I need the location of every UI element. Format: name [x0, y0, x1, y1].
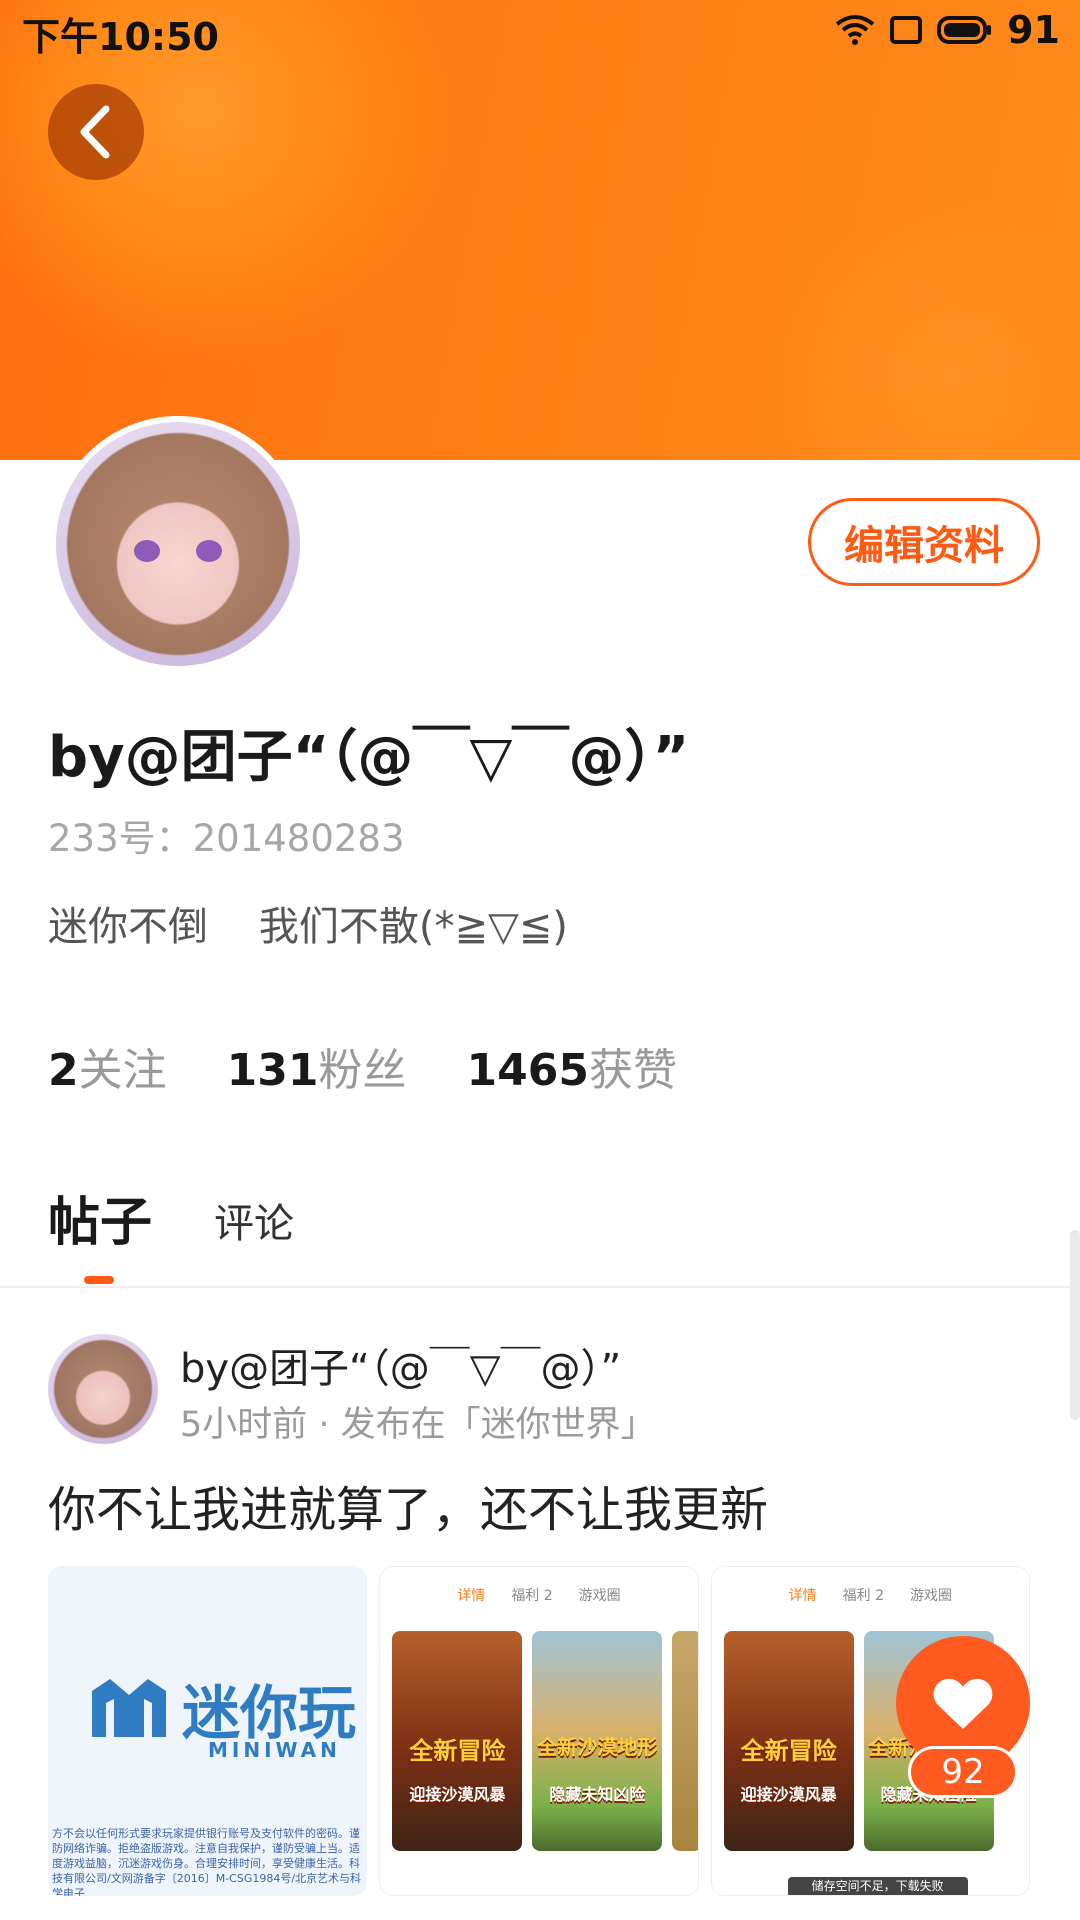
- screenshot-tab-welfare: 福利 2: [511, 1588, 553, 1604]
- profile-id: 233号：201480283: [48, 817, 405, 860]
- profile-bio: 迷你不倒 我们不散(*≧▽≦): [48, 904, 568, 950]
- stat-likes-label: 获赞: [588, 1045, 677, 1096]
- screenshot-tab-circle: 游戏圈: [910, 1588, 952, 1604]
- content-tabs: 帖子 评论: [48, 1180, 294, 1255]
- sim-icon: [890, 16, 923, 44]
- chevron-left-icon: [80, 105, 110, 159]
- promo-tile-title: 全新冒险: [409, 1737, 506, 1765]
- edit-profile-button[interactable]: 编辑资料: [808, 498, 1040, 586]
- profile-stats: 2关注 131粉丝 1465获赞: [48, 1034, 677, 1098]
- promo-tile-adventure: 全新冒险 迎接沙漠风暴: [392, 1631, 523, 1851]
- active-tab-indicator: [84, 1276, 114, 1284]
- heart-icon: [933, 1678, 993, 1729]
- promo-tile-title: 全新沙漠地形: [537, 1735, 658, 1759]
- scroll-edge-handle[interactable]: [1070, 1230, 1080, 1420]
- stat-following[interactable]: 2关注: [48, 1034, 167, 1098]
- post-author-name[interactable]: by@团子“（@￣▽￣@）”: [180, 1336, 621, 1394]
- back-button[interactable]: [48, 84, 144, 180]
- stat-fans-label: 粉丝: [318, 1045, 407, 1096]
- battery-percent: 91: [1007, 8, 1060, 52]
- like-count: 92: [908, 1746, 1018, 1798]
- screenshot-tab-welfare: 福利 2: [842, 1588, 884, 1604]
- screenshot-tab-details: 详情: [788, 1588, 817, 1604]
- avatar-eye-left: [134, 540, 160, 562]
- promo-tile-subtitle: 迎接沙漠风暴: [740, 1785, 837, 1804]
- post-image-screenshot-1[interactable]: 详情 福利 2 游戏圈 全新冒险 迎接沙漠风暴 全新沙漠地形 隐藏未知凶险: [379, 1566, 699, 1896]
- promo-tile-subtitle: 隐藏未知凶险: [549, 1785, 646, 1804]
- avatar-eye-right: [196, 540, 222, 562]
- profile-header-banner: [0, 0, 1080, 460]
- stat-fans-count: 131: [226, 1045, 319, 1096]
- profile-username: by@团子“（@￣▽￣@）”: [48, 725, 690, 790]
- tabs-divider: [0, 1286, 1080, 1288]
- post-meta: 5小时前 · 发布在「迷你世界」: [180, 1405, 656, 1445]
- promo-tile-subtitle: 迎接沙漠风暴: [409, 1785, 506, 1804]
- screenshot-tabs: 详情 福利 2 游戏圈: [712, 1585, 1029, 1605]
- miniwan-logo-subtitle: MINIWAN: [208, 1738, 341, 1762]
- post-images: 迷你玩 MINIWAN 方不会以任何形式要求玩家提供银行账号及支付软件的密码。谨…: [48, 1566, 1030, 1896]
- promo-tile-adventure: 全新冒险 迎接沙漠风暴: [723, 1631, 854, 1851]
- tab-posts[interactable]: 帖子: [48, 1180, 152, 1255]
- stat-fans[interactable]: 131粉丝: [227, 1034, 407, 1098]
- post-text[interactable]: 你不让我进就算了，还不让我更新: [48, 1470, 768, 1540]
- stat-likes-count: 1465: [466, 1045, 589, 1096]
- promo-tile-desert: 全新沙漠地形 隐藏未知凶险: [532, 1631, 663, 1851]
- status-bar: 下午10:50 91: [0, 0, 1080, 60]
- status-time: 下午10:50: [22, 15, 219, 59]
- wifi-icon: [835, 15, 875, 45]
- stat-likes[interactable]: 1465获赞: [466, 1034, 676, 1098]
- promo-tile-title: 全新冒险: [740, 1737, 837, 1765]
- status-icons: 91: [835, 8, 1060, 52]
- promo-tile-partial: [672, 1631, 698, 1851]
- storage-toast: 储存空间不足，下载失败: [787, 1877, 968, 1895]
- screenshot-tab-circle: 游戏圈: [578, 1588, 621, 1604]
- miniwan-logo-icon: [92, 1679, 166, 1737]
- tab-comments[interactable]: 评论: [214, 1191, 294, 1255]
- stat-following-count: 2: [48, 1045, 79, 1096]
- avatar-image: [56, 422, 300, 666]
- battery-icon: [937, 16, 992, 44]
- screenshot-tab-details: 详情: [457, 1588, 486, 1604]
- post-author-avatar[interactable]: [48, 1334, 158, 1444]
- profile-avatar[interactable]: [50, 416, 306, 672]
- stat-following-label: 关注: [78, 1045, 167, 1096]
- post-image-miniwan[interactable]: 迷你玩 MINIWAN 方不会以任何形式要求玩家提供银行账号及支付软件的密码。谨…: [48, 1566, 368, 1896]
- miniwan-fine-print: 方不会以任何形式要求玩家提供银行账号及支付软件的密码。谨防网络诈骗。拒绝盗版游戏…: [52, 1827, 362, 1896]
- screenshot-tabs: 详情 福利 2 游戏圈: [380, 1585, 697, 1605]
